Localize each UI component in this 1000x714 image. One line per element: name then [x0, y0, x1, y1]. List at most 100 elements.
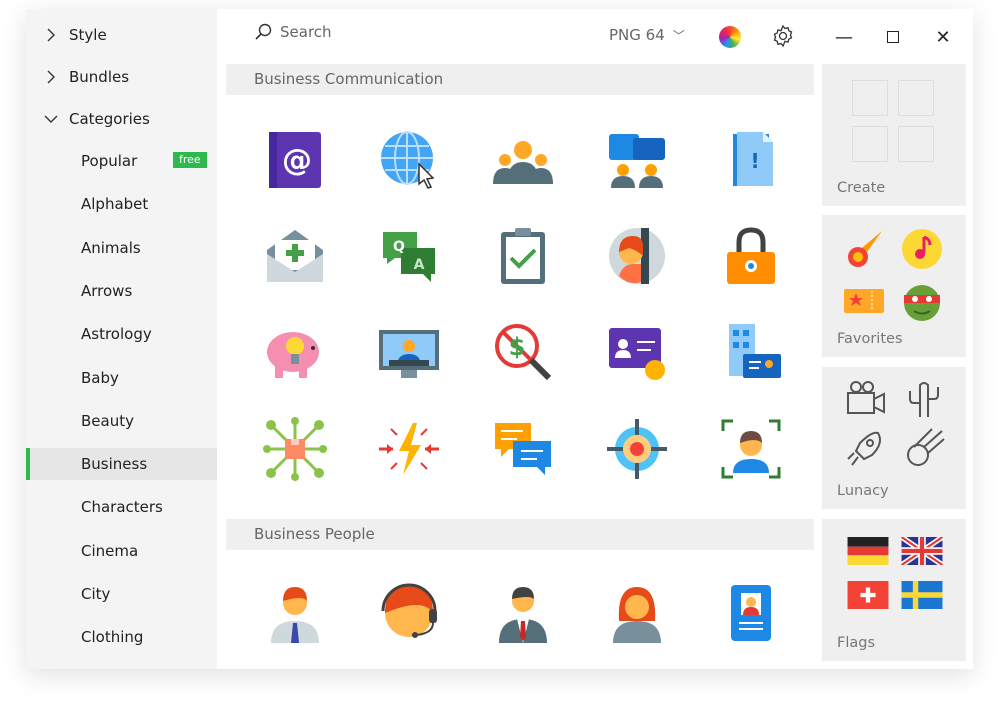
- cactus-icon: [909, 382, 939, 417]
- germany-flag-icon: [847, 537, 889, 565]
- profile-door-icon[interactable]: [605, 224, 669, 288]
- chevron-right-icon: [44, 26, 58, 44]
- comet-outline-icon: [907, 428, 945, 466]
- sidebar-item-animals[interactable]: Animals: [26, 232, 217, 264]
- ninja-turtle-icon: [904, 285, 940, 321]
- svg-text:A: A: [414, 257, 425, 273]
- rocket-icon: [847, 431, 881, 466]
- section-header: Business Communication: [226, 64, 814, 95]
- group-icon[interactable]: [491, 128, 555, 192]
- switzerland-flag-icon: [847, 581, 889, 609]
- padlock-icon[interactable]: [719, 224, 783, 288]
- movie-camera-icon: [847, 381, 885, 414]
- sidebar-item-label: Astrology: [81, 325, 152, 344]
- close-button[interactable]: ✕: [929, 23, 957, 51]
- panel-create[interactable]: Create: [822, 64, 966, 206]
- piggy-bank-icon[interactable]: [263, 320, 327, 384]
- email-at-icon[interactable]: @: [263, 128, 327, 192]
- sidebar-item-baby[interactable]: Baby: [26, 362, 217, 394]
- network-box-icon[interactable]: [263, 417, 327, 481]
- section-header: Business People: [226, 519, 814, 550]
- search-input[interactable]: Search: [280, 23, 332, 41]
- sidebar-item-label: Arrows: [81, 281, 133, 300]
- sidebar-item-label: Beauty: [81, 411, 134, 430]
- sidebar-item-label: Business: [81, 455, 148, 474]
- business-card-icon[interactable]: [605, 320, 669, 384]
- color-wheel-icon[interactable]: [719, 26, 741, 48]
- globe-cursor-icon[interactable]: [377, 128, 441, 192]
- sidebar-item-categories[interactable]: Categories: [26, 103, 217, 135]
- sidebar-item-city[interactable]: City: [26, 578, 217, 610]
- video-conference-icon[interactable]: [377, 320, 441, 384]
- face-scan-icon[interactable]: [719, 417, 783, 481]
- search-box[interactable]: Search: [254, 23, 332, 41]
- sidebar-item-label: Baby: [81, 368, 119, 387]
- qa-icon[interactable]: QA: [377, 224, 441, 288]
- sidebar: Style Bundles Categories Popular free Alphabe…: [26, 9, 217, 669]
- sidebar-item-label: Clothing: [81, 628, 144, 647]
- sidebar-item-beauty[interactable]: Beauty: [26, 405, 217, 437]
- sidebar-item-popular[interactable]: Popular free: [26, 145, 217, 177]
- conference-chat-icon[interactable]: [605, 128, 669, 192]
- sidebar-item-arrows[interactable]: Arrows: [26, 275, 217, 307]
- mail-add-icon[interactable]: [263, 224, 327, 288]
- search-icon: [255, 23, 272, 40]
- free-badge: free: [173, 152, 207, 168]
- gear-icon[interactable]: [771, 24, 795, 48]
- panel-favorites[interactable]: Favorites: [822, 215, 966, 357]
- panel-label: Lunacy: [837, 483, 889, 499]
- panel-label: Create: [837, 180, 886, 196]
- sweden-flag-icon: [901, 581, 943, 609]
- panel-label: Favorites: [837, 331, 903, 347]
- uk-flag-icon: [900, 537, 944, 565]
- chat-bubbles-icon[interactable]: [491, 417, 555, 481]
- sidebar-item-label: Bundles: [69, 68, 130, 86]
- clipboard-check-icon[interactable]: [491, 224, 555, 288]
- panel-lunacy[interactable]: Lunacy: [822, 367, 966, 509]
- id-badge-icon[interactable]: [719, 581, 783, 645]
- empty-slot: [852, 126, 888, 162]
- notification-document-icon[interactable]: !: [719, 128, 783, 192]
- energy-collision-icon[interactable]: [377, 417, 441, 481]
- chevron-right-icon: [44, 68, 58, 86]
- sidebar-item-label: Characters: [81, 498, 163, 517]
- format-dropdown[interactable]: PNG 64 ﹀: [609, 26, 685, 44]
- panel-flags[interactable]: Flags: [822, 519, 966, 661]
- sidebar-item-label: Popular: [81, 152, 138, 170]
- no-money-search-icon[interactable]: $: [491, 320, 555, 384]
- panel-label: Flags: [837, 635, 876, 651]
- format-value: PNG 64: [609, 26, 665, 44]
- maximize-button[interactable]: [879, 23, 907, 51]
- svg-text:@: @: [282, 143, 312, 178]
- sidebar-item-characters[interactable]: Characters: [26, 491, 217, 523]
- support-agent-icon[interactable]: [377, 581, 441, 645]
- comet-icon: [848, 231, 882, 267]
- empty-slot: [852, 80, 888, 116]
- minimize-button[interactable]: —: [830, 23, 858, 51]
- svg-text:$: $: [509, 333, 526, 361]
- sidebar-item-business[interactable]: Business: [26, 448, 217, 481]
- svg-text:!: !: [750, 149, 759, 173]
- sidebar-item-clothing[interactable]: Clothing: [26, 621, 217, 653]
- manager-icon[interactable]: [491, 581, 555, 645]
- sidebar-item-alphabet[interactable]: Alphabet: [26, 188, 217, 220]
- sidebar-item-style[interactable]: Style: [26, 19, 217, 51]
- app-window: Style Bundles Categories Popular free Alphabe…: [26, 9, 973, 669]
- svg-text:Q: Q: [393, 239, 405, 255]
- sidebar-item-label: Animals: [81, 238, 141, 257]
- building-id-icon[interactable]: [719, 320, 783, 384]
- empty-slot: [898, 126, 934, 162]
- sidebar-item-label: City: [81, 585, 111, 603]
- chevron-down-icon: [44, 110, 58, 128]
- businesswoman-icon[interactable]: [605, 581, 669, 645]
- empty-slot: [898, 80, 934, 116]
- sidebar-item-label: Style: [69, 26, 107, 44]
- businessman-icon[interactable]: [263, 581, 327, 645]
- sidebar-item-astrology[interactable]: Astrology: [26, 318, 217, 350]
- sidebar-item-label: Cinema: [81, 541, 139, 560]
- ticket-icon: [844, 289, 884, 313]
- target-icon[interactable]: [605, 417, 669, 481]
- sidebar-item-label: Categories: [69, 110, 150, 128]
- sidebar-item-bundles[interactable]: Bundles: [26, 61, 217, 93]
- sidebar-item-cinema[interactable]: Cinema: [26, 535, 217, 567]
